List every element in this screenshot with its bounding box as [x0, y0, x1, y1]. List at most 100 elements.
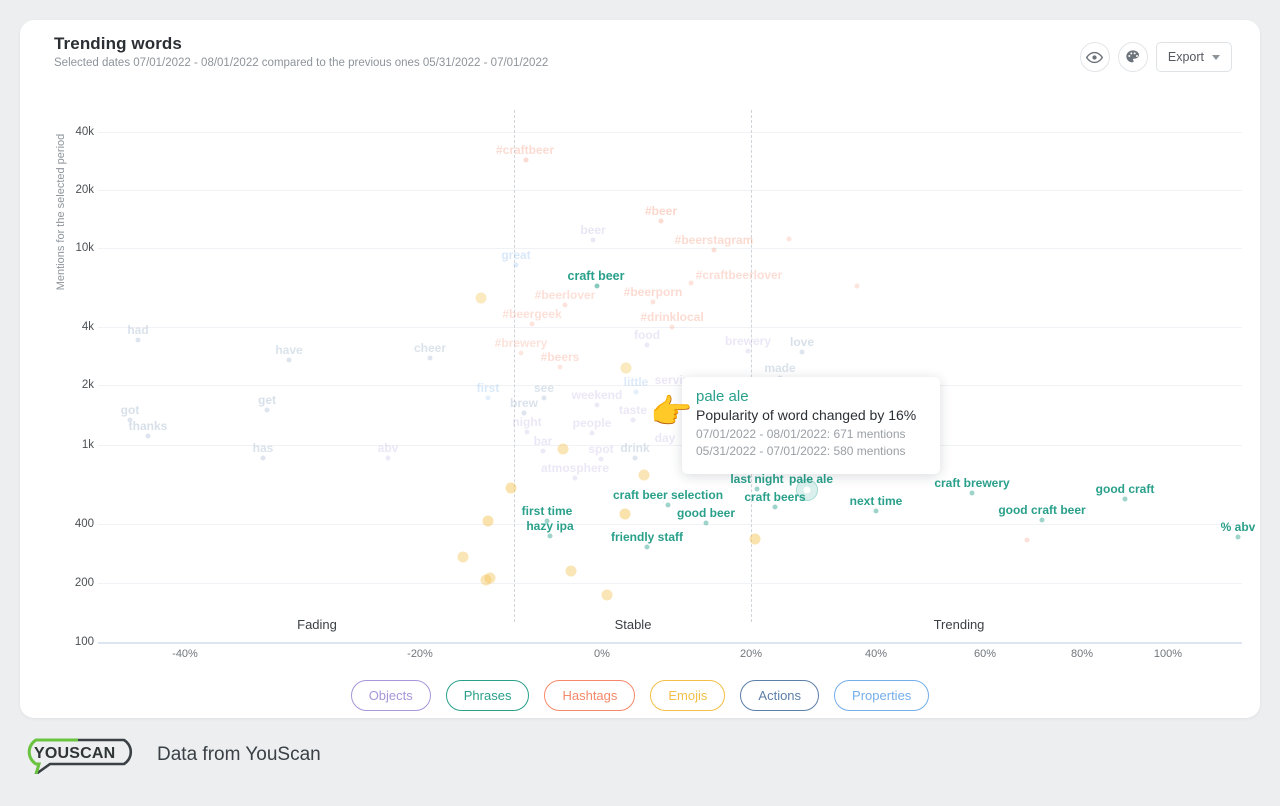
word-label[interactable]: friendly staff: [611, 530, 683, 544]
word-label[interactable]: thanks: [129, 419, 168, 433]
data-point[interactable]: [428, 356, 433, 361]
data-point[interactable]: [530, 322, 535, 327]
word-label[interactable]: good craft: [1096, 482, 1155, 496]
word-label[interactable]: love: [790, 335, 814, 349]
word-label[interactable]: people: [573, 416, 612, 430]
data-point[interactable]: [486, 396, 491, 401]
data-point[interactable]: [602, 590, 613, 601]
data-point[interactable]: [136, 338, 141, 343]
word-label[interactable]: craft beer: [568, 269, 625, 283]
word-label[interactable]: #craftbeer: [496, 143, 554, 157]
word-label[interactable]: first: [477, 381, 500, 395]
data-point[interactable]: [590, 431, 595, 436]
word-label[interactable]: great: [501, 248, 530, 262]
data-point[interactable]: [563, 303, 568, 308]
data-point[interactable]: [970, 491, 975, 496]
word-label[interactable]: see: [534, 381, 554, 395]
word-label[interactable]: #beer: [645, 204, 677, 218]
word-label[interactable]: craft brewery: [934, 476, 1009, 490]
data-point[interactable]: [524, 158, 529, 163]
word-label[interactable]: abv: [378, 441, 399, 455]
data-point[interactable]: [558, 365, 563, 370]
data-point[interactable]: [128, 418, 133, 423]
data-point[interactable]: [631, 418, 636, 423]
data-point[interactable]: [481, 575, 492, 586]
word-label[interactable]: % abv: [1221, 520, 1256, 534]
data-point[interactable]: [522, 411, 527, 416]
data-point[interactable]: [287, 358, 292, 363]
data-point[interactable]: [591, 238, 596, 243]
data-point[interactable]: [514, 263, 519, 268]
data-point[interactable]: [874, 509, 879, 514]
data-point[interactable]: [519, 351, 524, 356]
data-point[interactable]: [689, 281, 694, 286]
word-label[interactable]: craft beer selection: [613, 488, 723, 502]
word-label[interactable]: get: [258, 393, 276, 407]
data-point[interactable]: [634, 390, 639, 395]
data-point[interactable]: [542, 396, 547, 401]
data-point[interactable]: [458, 552, 469, 563]
data-point[interactable]: [651, 300, 656, 305]
data-point[interactable]: [704, 521, 709, 526]
legend-pill-emojis[interactable]: Emojis: [650, 680, 725, 711]
word-label[interactable]: #drinklocal: [640, 310, 703, 324]
data-point[interactable]: [800, 350, 805, 355]
word-label[interactable]: #beergeek: [502, 307, 561, 321]
data-point[interactable]: [595, 403, 600, 408]
data-point[interactable]: [746, 349, 751, 354]
word-label[interactable]: made: [764, 361, 795, 375]
data-point[interactable]: [573, 476, 578, 481]
data-point[interactable]: [712, 248, 717, 253]
word-label[interactable]: first time: [522, 504, 573, 518]
data-point[interactable]: [1025, 538, 1030, 543]
data-point[interactable]: [620, 509, 631, 520]
word-label[interactable]: got: [121, 403, 140, 417]
data-point[interactable]: [548, 534, 553, 539]
legend-pill-phrases[interactable]: Phrases: [446, 680, 530, 711]
data-point[interactable]: [146, 434, 151, 439]
data-point[interactable]: [506, 483, 517, 494]
data-point[interactable]: [541, 449, 546, 454]
data-point[interactable]: [659, 219, 664, 224]
data-point[interactable]: [261, 456, 266, 461]
word-label[interactable]: next time: [850, 494, 903, 508]
data-point[interactable]: [645, 545, 650, 550]
data-point[interactable]: [265, 408, 270, 413]
legend-pill-objects[interactable]: Objects: [351, 680, 431, 711]
data-point[interactable]: [666, 503, 671, 508]
data-point[interactable]: [773, 505, 778, 510]
data-point[interactable]: [755, 487, 760, 492]
word-label[interactable]: last night: [730, 472, 783, 486]
word-label[interactable]: has: [253, 441, 274, 455]
data-point[interactable]: [645, 343, 650, 348]
word-label[interactable]: weekend: [572, 388, 623, 402]
legend-pill-actions[interactable]: Actions: [740, 680, 819, 711]
data-point[interactable]: [621, 363, 632, 374]
data-point[interactable]: [670, 325, 675, 330]
data-point[interactable]: [483, 516, 494, 527]
legend-pill-hashtags[interactable]: Hashtags: [544, 680, 635, 711]
word-label[interactable]: #brewery: [495, 336, 548, 350]
data-point[interactable]: [1236, 535, 1241, 540]
word-label[interactable]: food: [634, 328, 660, 342]
word-label[interactable]: beer: [580, 223, 605, 237]
legend-pill-properties[interactable]: Properties: [834, 680, 929, 711]
word-label[interactable]: taste: [619, 403, 647, 417]
word-label[interactable]: #beerlover: [535, 288, 596, 302]
word-label[interactable]: hazy ipa: [526, 519, 573, 533]
word-label[interactable]: good craft beer: [998, 503, 1085, 517]
word-label[interactable]: brewery: [725, 334, 771, 348]
data-point[interactable]: [633, 456, 638, 461]
data-point[interactable]: [558, 444, 569, 455]
word-label[interactable]: have: [275, 343, 302, 357]
data-point[interactable]: [545, 519, 550, 524]
word-label[interactable]: #beers: [541, 350, 580, 364]
word-label[interactable]: #craftbeerlover: [696, 268, 783, 282]
word-label[interactable]: #beerstagram: [675, 233, 754, 247]
word-label[interactable]: little: [624, 375, 649, 389]
data-point[interactable]: [599, 457, 604, 462]
data-point[interactable]: [566, 566, 577, 577]
data-point[interactable]: [639, 470, 650, 481]
word-label[interactable]: good beer: [677, 506, 735, 520]
data-point[interactable]: [476, 293, 487, 304]
